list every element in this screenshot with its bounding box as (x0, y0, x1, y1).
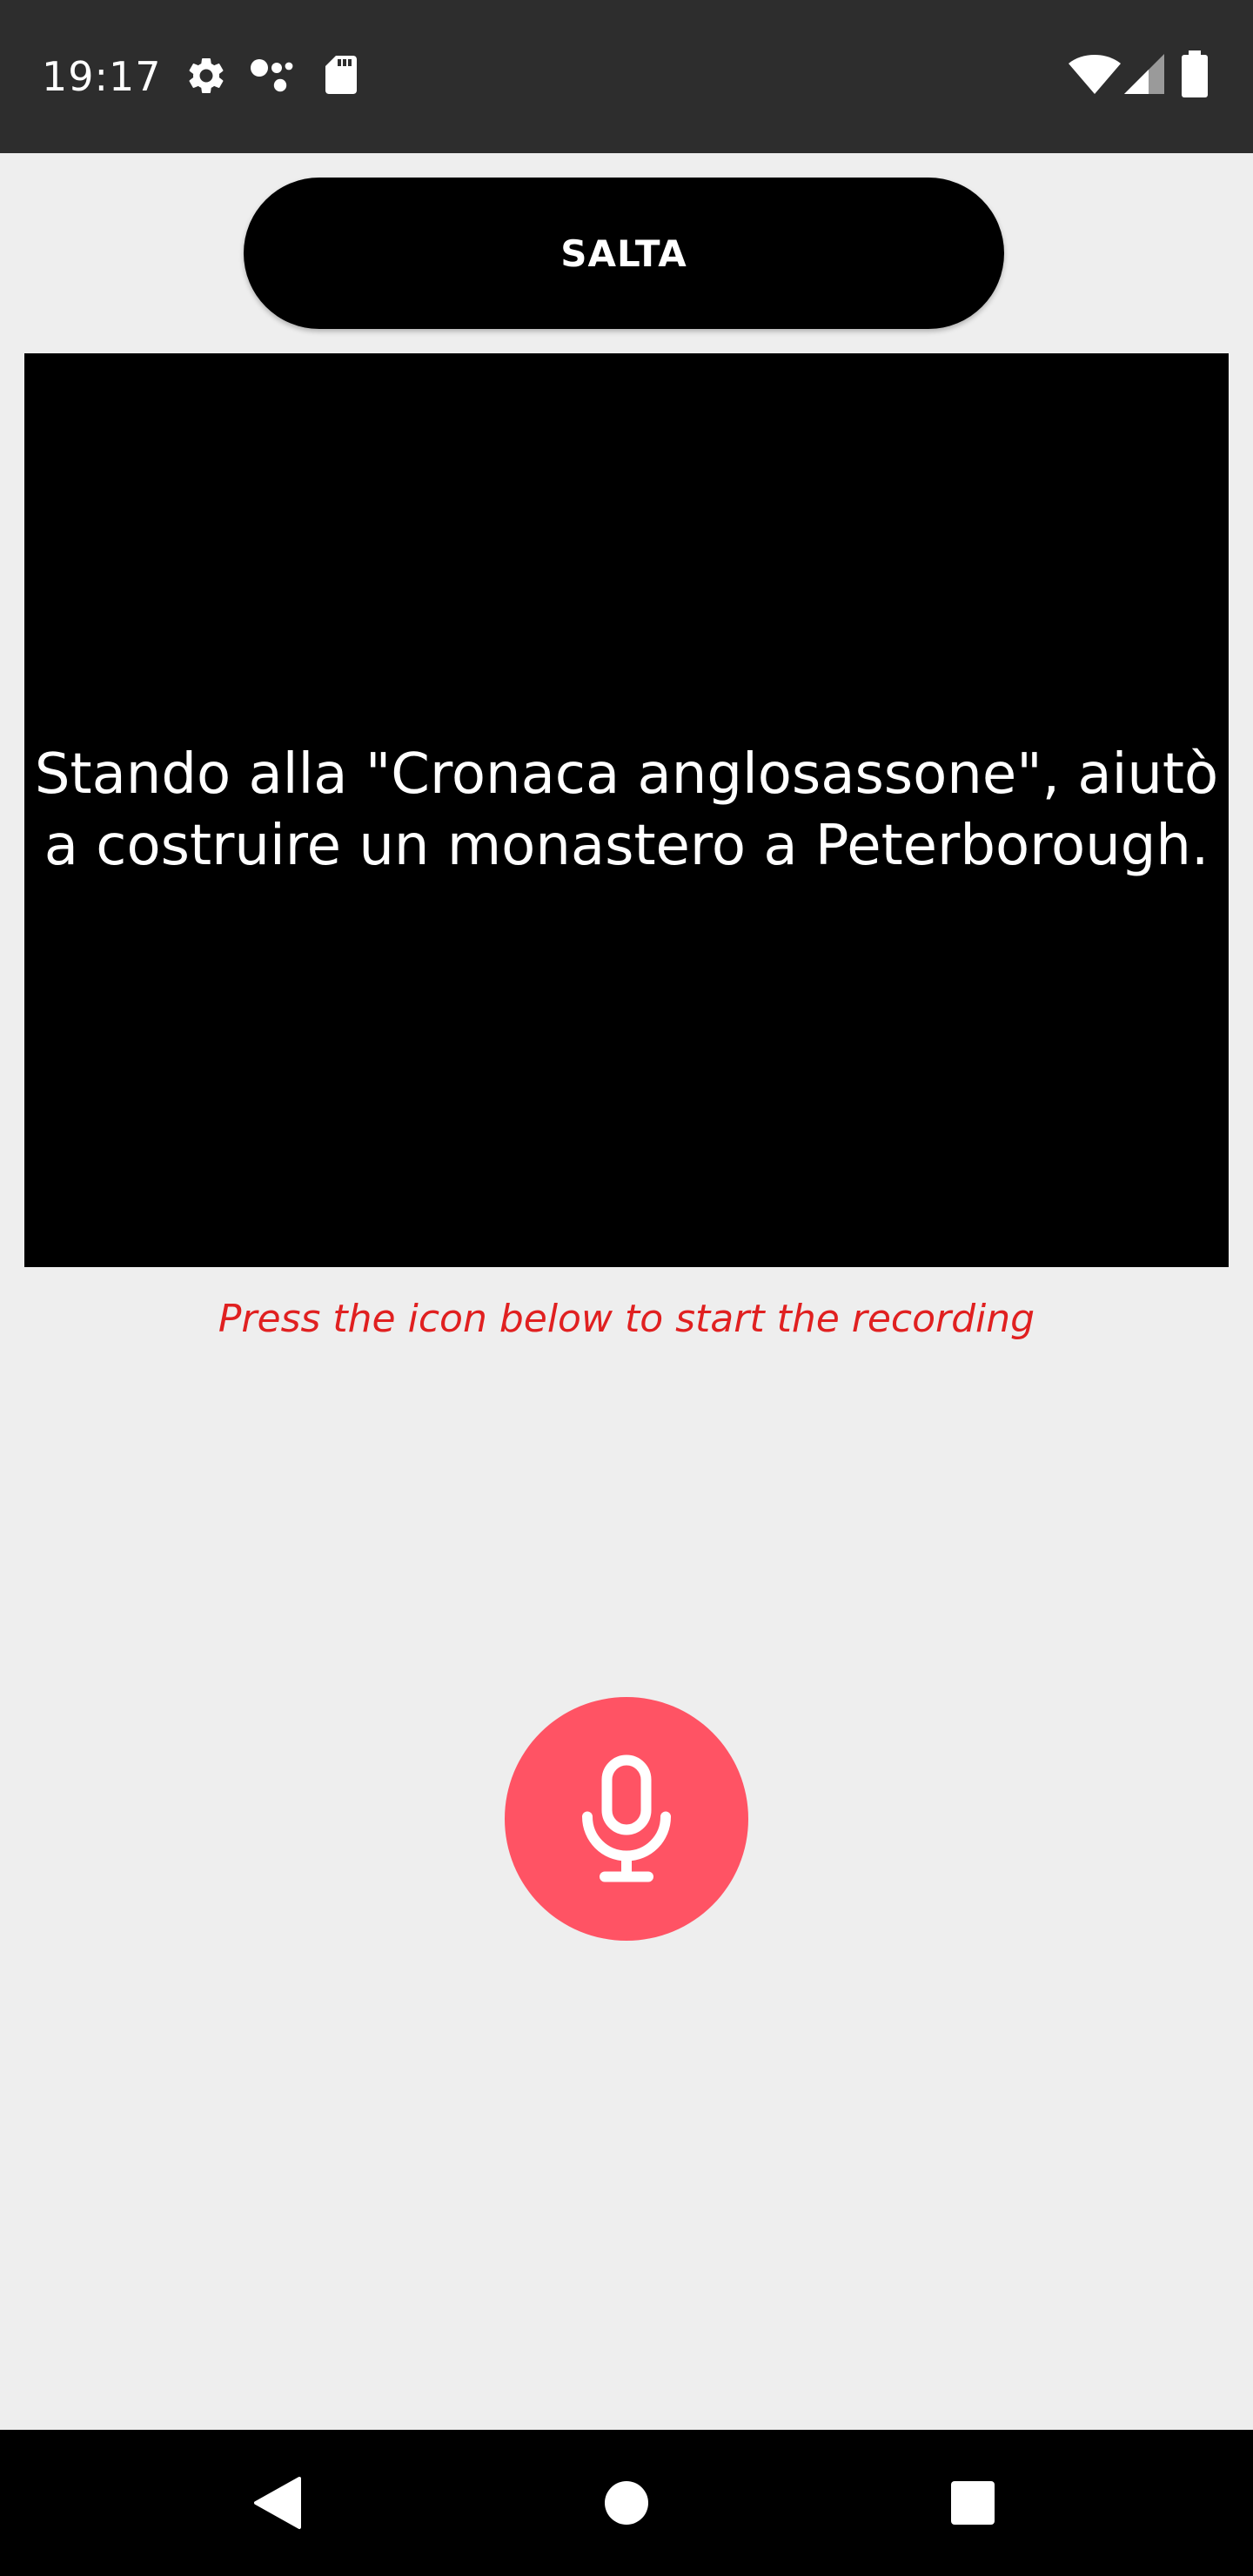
recording-screen: 19:17 SALTA Stando alla "Cronaca anglosa… (0, 0, 1253, 2576)
microphone-icon (582, 1754, 671, 1882)
sd-card-icon (325, 56, 357, 94)
nav-back-button[interactable] (233, 2459, 320, 2546)
recording-hint: Press the icon below to start the record… (218, 1297, 1035, 1341)
battery-icon (1182, 50, 1208, 97)
nav-home-button[interactable] (583, 2459, 670, 2546)
prompt-text: Stando alla "Cronaca anglosassone", aiut… (34, 742, 1219, 878)
prompt-panel: Stando alla "Cronaca anglosassone", aiut… (24, 353, 1229, 1267)
back-icon (254, 2477, 301, 2529)
nav-recents-button[interactable] (929, 2459, 1016, 2546)
settings-icon (189, 57, 224, 93)
assistant-icon (251, 59, 293, 92)
recents-icon (951, 2481, 995, 2525)
wifi-icon (1069, 55, 1121, 94)
home-icon (605, 2481, 648, 2525)
cell-signal-icon (1124, 54, 1164, 94)
navigation-bar (0, 2430, 1253, 2576)
skip-button[interactable]: SALTA (244, 178, 1004, 329)
status-bar: 19:17 (0, 0, 1253, 153)
record-button[interactable] (505, 1697, 748, 1941)
status-time: 19:17 (42, 53, 162, 100)
